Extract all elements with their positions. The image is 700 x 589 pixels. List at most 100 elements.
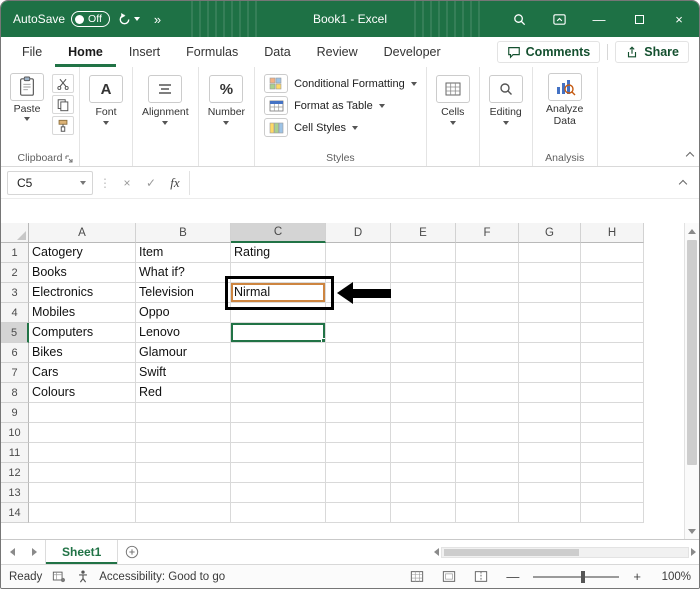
row-header-14[interactable]: 14 <box>1 503 29 523</box>
cell-h8[interactable] <box>581 383 644 403</box>
cell-a10[interactable] <box>29 423 136 443</box>
cell-f11[interactable] <box>456 443 519 463</box>
cell-a4[interactable]: Mobiles <box>29 303 136 323</box>
row-header-12[interactable]: 12 <box>1 463 29 483</box>
cell-f7[interactable] <box>456 363 519 383</box>
cell-d12[interactable] <box>326 463 391 483</box>
undo-button[interactable] <box>110 8 147 31</box>
cell-c9[interactable] <box>231 403 326 423</box>
cell-g6[interactable] <box>519 343 581 363</box>
cell-f10[interactable] <box>456 423 519 443</box>
search-button[interactable] <box>499 1 539 37</box>
cell-c5[interactable] <box>231 323 326 343</box>
cell-h2[interactable] <box>581 263 644 283</box>
cell-b5[interactable]: Lenovo <box>136 323 231 343</box>
cell-h5[interactable] <box>581 323 644 343</box>
cell-a2[interactable]: Books <box>29 263 136 283</box>
cell-a6[interactable]: Bikes <box>29 343 136 363</box>
cell-h13[interactable] <box>581 483 644 503</box>
cell-h6[interactable] <box>581 343 644 363</box>
cell-e3[interactable] <box>391 283 456 303</box>
row-header-1[interactable]: 1 <box>1 243 29 263</box>
clipboard-dialog-launcher[interactable] <box>64 154 76 166</box>
cell-c7[interactable] <box>231 363 326 383</box>
conditional-formatting-button[interactable]: Conditional Formatting <box>264 74 417 93</box>
row-header-10[interactable]: 10 <box>1 423 29 443</box>
scroll-right-button[interactable] <box>691 548 696 556</box>
cell-d11[interactable] <box>326 443 391 463</box>
cell-g4[interactable] <box>519 303 581 323</box>
row-header-7[interactable]: 7 <box>1 363 29 383</box>
minimize-button[interactable]: — <box>579 1 619 37</box>
cell-c13[interactable] <box>231 483 326 503</box>
macro-record-button[interactable] <box>52 570 66 583</box>
column-header-a[interactable]: A <box>29 223 136 243</box>
cell-f4[interactable] <box>456 303 519 323</box>
row-header-13[interactable]: 13 <box>1 483 29 503</box>
cell-a9[interactable] <box>29 403 136 423</box>
row-header-2[interactable]: 2 <box>1 263 29 283</box>
cell-b10[interactable] <box>136 423 231 443</box>
analyze-data-button[interactable]: Analyze Data <box>538 72 592 128</box>
column-header-c[interactable]: C <box>231 223 326 243</box>
cell-d7[interactable] <box>326 363 391 383</box>
cell-e4[interactable] <box>391 303 456 323</box>
cell-g13[interactable] <box>519 483 581 503</box>
cell-e13[interactable] <box>391 483 456 503</box>
cell-a12[interactable] <box>29 463 136 483</box>
cell-d9[interactable] <box>326 403 391 423</box>
cell-h12[interactable] <box>581 463 644 483</box>
tab-home[interactable]: Home <box>55 37 116 67</box>
row-header-6[interactable]: 6 <box>1 343 29 363</box>
cell-d1[interactable] <box>326 243 391 263</box>
cell-f14[interactable] <box>456 503 519 523</box>
cell-f5[interactable] <box>456 323 519 343</box>
cell-e12[interactable] <box>391 463 456 483</box>
sheet-tab-sheet1[interactable]: Sheet1 <box>45 540 119 564</box>
row-header-3[interactable]: 3 <box>1 283 29 303</box>
cell-c8[interactable] <box>231 383 326 403</box>
cell-b1[interactable]: Item <box>136 243 231 263</box>
scroll-up-button[interactable] <box>685 223 699 239</box>
formula-bar-expand-button[interactable] <box>673 175 693 190</box>
cell-b4[interactable]: Oppo <box>136 303 231 323</box>
name-box[interactable]: C5 <box>7 170 93 195</box>
tab-formulas[interactable]: Formulas <box>173 37 251 67</box>
formula-input[interactable] <box>189 170 669 195</box>
column-header-g[interactable]: G <box>519 223 581 243</box>
vertical-scrollbar[interactable] <box>684 223 699 539</box>
cell-e11[interactable] <box>391 443 456 463</box>
cell-c14[interactable] <box>231 503 326 523</box>
zoom-in-button[interactable]: + <box>629 569 645 584</box>
tab-review[interactable]: Review <box>304 37 371 67</box>
scroll-left-button[interactable] <box>434 548 439 556</box>
cell-c2[interactable] <box>231 263 326 283</box>
cell-e6[interactable] <box>391 343 456 363</box>
accessibility-button[interactable]: Accessibility: Good to go <box>76 569 225 584</box>
tab-file[interactable]: File <box>9 37 55 67</box>
cell-g7[interactable] <box>519 363 581 383</box>
column-header-h[interactable]: H <box>581 223 644 243</box>
cell-f9[interactable] <box>456 403 519 423</box>
cell-f3[interactable] <box>456 283 519 303</box>
tab-data[interactable]: Data <box>251 37 303 67</box>
cell-e2[interactable] <box>391 263 456 283</box>
tab-developer[interactable]: Developer <box>371 37 454 67</box>
number-group-button[interactable]: % Number <box>199 67 256 166</box>
view-page-break-button[interactable] <box>470 568 492 585</box>
format-as-table-button[interactable]: Format as Table <box>264 96 417 115</box>
row-header-11[interactable]: 11 <box>1 443 29 463</box>
cell-a13[interactable] <box>29 483 136 503</box>
cell-b3[interactable]: Television <box>136 283 231 303</box>
cell-c3[interactable]: Nirmal <box>231 283 326 303</box>
vertical-scroll-track[interactable] <box>685 239 699 523</box>
zoom-slider-thumb[interactable] <box>580 570 585 583</box>
select-all-button[interactable] <box>1 223 29 243</box>
cell-h14[interactable] <box>581 503 644 523</box>
insert-function-button[interactable]: fx <box>165 175 185 191</box>
cell-h9[interactable] <box>581 403 644 423</box>
row-header-9[interactable]: 9 <box>1 403 29 423</box>
cell-a8[interactable]: Colours <box>29 383 136 403</box>
cell-e14[interactable] <box>391 503 456 523</box>
horizontal-scroll-thumb[interactable] <box>444 548 580 556</box>
